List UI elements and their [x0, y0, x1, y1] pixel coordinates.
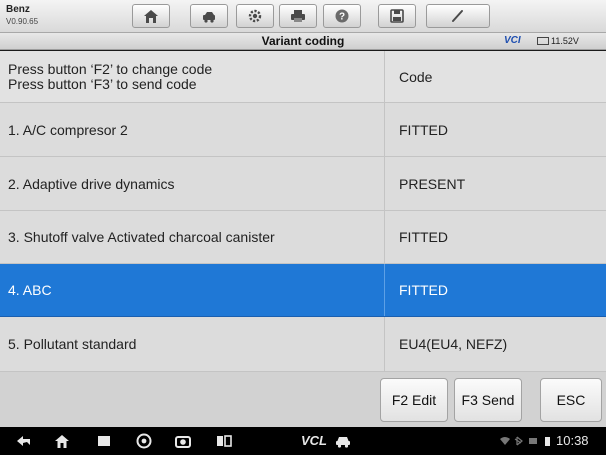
coding-row-value: FITTED	[384, 103, 606, 156]
car-icon	[336, 437, 350, 448]
camera-icon	[175, 436, 191, 448]
system-nav-bar: VCL 10:38	[0, 427, 606, 455]
system-clock: 10:38	[556, 433, 589, 448]
esc-button[interactable]: ESC	[540, 378, 602, 422]
battery-icon	[537, 37, 549, 45]
multitask-icon	[217, 435, 232, 447]
home-button[interactable]	[132, 4, 170, 28]
top-toolbar: Benz V0.90.65 ?	[0, 0, 606, 33]
vehicle-swap-button[interactable]	[190, 4, 228, 28]
help-icon: ?	[335, 9, 349, 23]
browser-button[interactable]	[134, 432, 154, 450]
home-nav-button[interactable]	[52, 432, 72, 450]
instruction-cell: Press button ‘F2’ to change code Press b…	[0, 51, 384, 102]
coding-row[interactable]: 1. A/C compresor 2 FITTED	[0, 103, 606, 157]
wifi-icon	[499, 432, 511, 450]
settings-button[interactable]	[236, 4, 274, 28]
vehicle-button[interactable]	[333, 432, 353, 450]
recent-apps-button[interactable]	[94, 432, 114, 450]
coding-row-label: 4. ABC	[0, 264, 384, 316]
vehicle-swap-icon	[203, 12, 215, 23]
coding-row-label: 3. Shutoff valve Activated charcoal cani…	[0, 211, 384, 263]
coding-row[interactable]: 5. Pollutant standard EU4(EU4, NEFZ)	[0, 317, 606, 372]
camera-button[interactable]	[173, 432, 193, 450]
coding-row-value: EU4(EU4, NEFZ)	[384, 317, 606, 371]
vci-status-label: VCI	[504, 35, 521, 46]
multitask-button[interactable]	[214, 432, 234, 450]
software-version: V0.90.65	[6, 17, 39, 26]
instruction-line-2: Press button ‘F3’ to send code	[8, 75, 197, 92]
coding-row-value: FITTED	[384, 264, 606, 316]
coding-row-label: 2. Adaptive drive dynamics	[0, 157, 384, 210]
coding-row-selected[interactable]: 4. ABC FITTED	[0, 264, 606, 317]
coding-row[interactable]: 2. Adaptive drive dynamics PRESENT	[0, 157, 606, 211]
diagnostic-screen: Benz V0.90.65 ? Variant coding VCI 11.52…	[0, 0, 606, 455]
battery-voltage: 11.52V	[551, 36, 579, 46]
svg-text:?: ?	[339, 12, 345, 23]
save-button[interactable]	[378, 4, 416, 28]
f3-send-button[interactable]: F3 Send	[454, 378, 522, 422]
edit-button[interactable]	[426, 4, 490, 28]
home-nav-icon	[55, 435, 69, 448]
brand-name: Benz	[6, 4, 30, 15]
printer-icon	[291, 10, 305, 22]
f2-edit-button[interactable]: F2 Edit	[380, 378, 448, 422]
title-bar: Variant coding VCI 11.52V	[0, 33, 606, 50]
edit-pen-icon	[452, 10, 463, 22]
print-button[interactable]	[279, 4, 317, 28]
battery-status-icon	[541, 432, 553, 450]
brand-block: Benz V0.90.65	[6, 4, 38, 28]
home-icon	[144, 10, 158, 23]
help-button[interactable]: ?	[323, 4, 361, 28]
back-arrow-icon	[17, 436, 30, 446]
coding-row-label: 1. A/C compresor 2	[0, 103, 384, 156]
sync-icon	[527, 432, 539, 450]
coding-row-value: PRESENT	[384, 157, 606, 210]
instruction-row: Press button ‘F2’ to change code Press b…	[0, 51, 606, 103]
back-button[interactable]	[14, 432, 34, 450]
coding-row[interactable]: 3. Shutoff valve Activated charcoal cani…	[0, 211, 606, 264]
vcl-label-slot	[252, 432, 282, 450]
coding-row-label: 5. Pollutant standard	[0, 317, 384, 371]
instruction-line-1: Press button ‘F2’ to change code	[8, 60, 213, 77]
browser-icon	[136, 433, 152, 449]
code-column-header: Code	[384, 51, 606, 102]
recent-apps-icon	[98, 436, 110, 446]
save-icon	[390, 9, 404, 23]
bluetooth-icon	[513, 432, 525, 450]
coding-row-value: FITTED	[384, 211, 606, 263]
gear-icon	[248, 9, 262, 23]
function-key-bar: F2 Edit F3 Send ESC	[0, 372, 606, 427]
vcl-shortcut[interactable]: VCL	[301, 433, 327, 448]
